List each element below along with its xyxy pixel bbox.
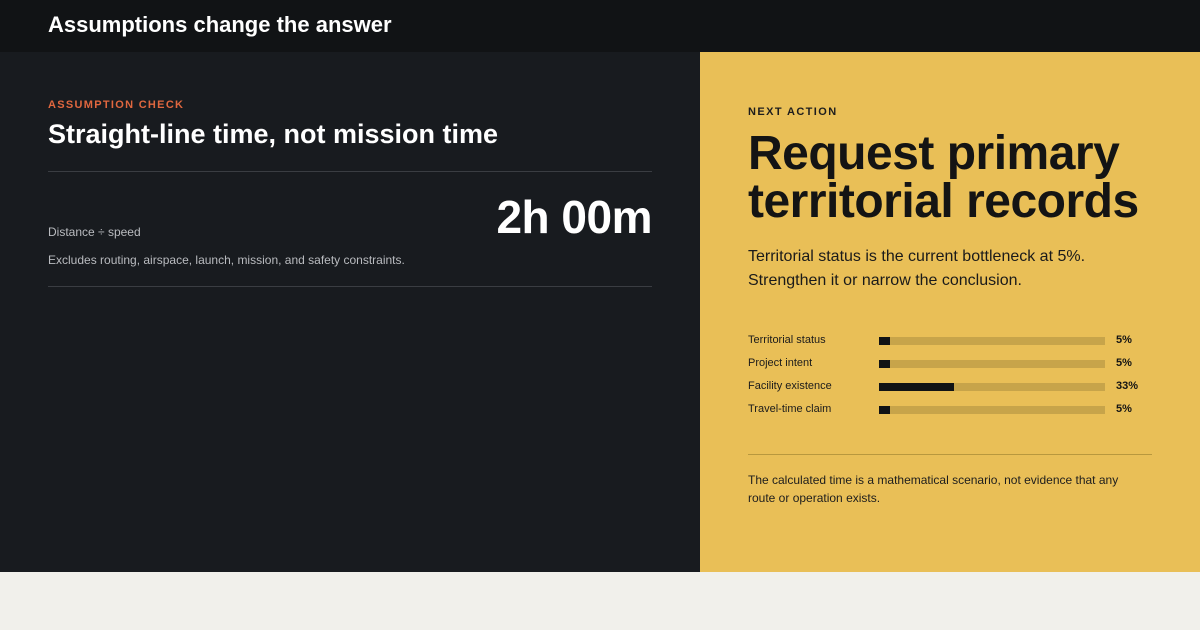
bar-track: [879, 337, 1105, 345]
top-bar: Assumptions change the answer: [0, 0, 1200, 52]
divider: [48, 171, 652, 172]
bar-fill: [879, 383, 954, 391]
bar-fill: [879, 337, 891, 345]
footnote: The calculated time is a mathematical sc…: [748, 473, 1119, 505]
next-action-description: Territorial status is the current bottle…: [748, 248, 1086, 289]
bar-label: Project intent: [748, 357, 813, 369]
bar-fill: [879, 360, 891, 368]
confidence-bar-chart: Territorial status 5% Project intent 5% Faci…: [748, 332, 1152, 424]
bar-value-label: 33%: [1116, 380, 1139, 392]
bar-track: [879, 383, 1105, 391]
assumption-panel: ASSUMPTION CHECK Straight-line time, not…: [0, 52, 700, 572]
bar-label: Facility existence: [748, 380, 832, 392]
assumption-eyebrow: ASSUMPTION CHECK: [48, 99, 185, 111]
divider: [48, 286, 652, 287]
bar-track: [879, 360, 1105, 368]
bar-fill: [879, 406, 891, 414]
assumption-title: Straight-line time, not mission time: [48, 119, 499, 149]
next-action-panel: NEXT ACTION Request primary territorial …: [700, 52, 1200, 572]
bar-value-label: 5%: [1116, 403, 1132, 415]
bar-label: Territorial status: [748, 334, 826, 346]
time-value: 2h 00m: [496, 191, 652, 243]
excludes-text: Excludes routing, airspace, launch, miss…: [48, 253, 405, 267]
next-action-title: Request primary territorial records: [748, 127, 1139, 228]
divider: [748, 454, 1152, 455]
bar-row: Project intent 5%: [748, 355, 1152, 378]
page-title: Assumptions change the answer: [48, 12, 392, 37]
bar-row: Travel-time claim 5%: [748, 401, 1152, 424]
bar-row: Territorial status 5%: [748, 332, 1152, 355]
bar-value-label: 5%: [1116, 334, 1132, 346]
bar-label: Travel-time claim: [748, 403, 832, 415]
formula-text: Distance ÷ speed: [48, 225, 141, 239]
next-action-eyebrow: NEXT ACTION: [748, 106, 838, 118]
bar-row: Facility existence 33%: [748, 378, 1152, 401]
bar-track: [879, 406, 1105, 414]
bar-value-label: 5%: [1116, 357, 1132, 369]
